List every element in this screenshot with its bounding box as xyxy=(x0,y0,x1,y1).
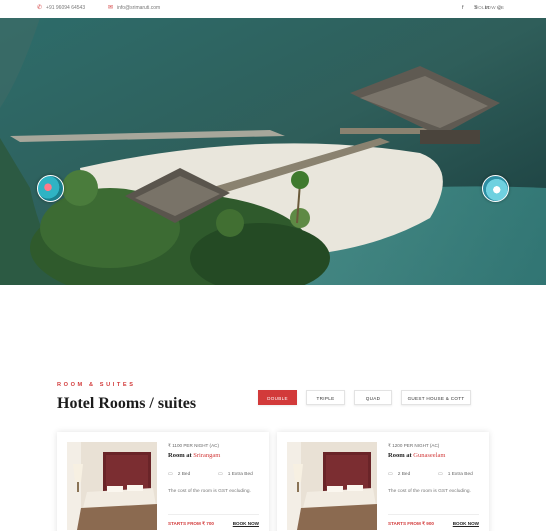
room-photo[interactable] xyxy=(287,442,377,530)
bed-count: 2 Bed xyxy=(397,471,411,477)
room-location[interactable]: Gunaseelam xyxy=(413,452,445,459)
extra-bed-count: 1 Extra Bed xyxy=(447,471,473,477)
bed-feature: ▭ 2 Bed xyxy=(168,471,190,477)
bed-icon: ▭ xyxy=(388,471,393,477)
room-price: ₹ 1200 PER NIGHT (AC) xyxy=(388,443,440,448)
book-now-link[interactable]: BOOK NOW xyxy=(233,521,259,526)
section-eyebrow: ROOM & SUITES xyxy=(57,382,136,388)
tab-quad[interactable]: QUAD xyxy=(354,390,392,405)
book-now-link[interactable]: BOOK NOW xyxy=(453,521,479,526)
bed-icon: ▭ xyxy=(168,471,173,477)
extra-bed-icon: ▭ xyxy=(438,471,443,477)
room-card-footer: STARTS FROM ₹ 900 BOOK NOW xyxy=(388,514,479,526)
instagram-icon[interactable]: ◎ xyxy=(497,5,502,11)
hero-image xyxy=(0,18,546,285)
tab-guest-house[interactable]: GUEST HOUSE & COTT xyxy=(401,390,471,405)
extra-bed-icon: ▭ xyxy=(218,471,223,477)
phone-contact[interactable]: ✆ +91 96094 64543 xyxy=(37,5,85,11)
tab-double[interactable]: DOUBLE xyxy=(258,390,297,405)
bed-feature: ▭ 2 Bed xyxy=(388,471,410,477)
linkedin-icon[interactable]: in xyxy=(485,5,489,11)
email-address[interactable]: info@srimaruti.com xyxy=(117,5,160,11)
starts-from-price: STARTS FROM ₹ 700 xyxy=(168,521,214,526)
room-card-footer: STARTS FROM ₹ 700 BOOK NOW xyxy=(168,514,259,526)
slide-prev-thumbnail[interactable] xyxy=(37,175,64,202)
facebook-icon[interactable]: f xyxy=(462,5,464,11)
email-contact[interactable]: ✉ info@srimaruti.com xyxy=(108,5,160,11)
skype-icon[interactable]: S xyxy=(474,5,478,11)
room-location[interactable]: Srirangam xyxy=(193,452,220,459)
bed-count: 2 Bed xyxy=(177,471,191,477)
hero-slider xyxy=(0,18,546,285)
top-bar: ✆ +91 96094 64543 ✉ info@srimaruti.com F… xyxy=(0,0,546,18)
room-photo[interactable] xyxy=(67,442,157,530)
tab-triple[interactable]: TRIPLE xyxy=(306,390,345,405)
extra-bed-feature: ▭ 1 Extra Bed xyxy=(218,471,253,477)
phone-number[interactable]: +91 96094 64543 xyxy=(46,5,85,11)
room-price: ₹ 1100 PER NIGHT (AC) xyxy=(168,443,219,448)
room-name-prefix: Room at xyxy=(168,452,192,459)
section-title: Hotel Rooms / suites xyxy=(57,395,197,412)
slide-next-thumbnail[interactable] xyxy=(482,175,509,202)
extra-bed-count: 1 Extra Bed xyxy=(227,471,253,477)
extra-bed-feature: ▭ 1 Extra Bed xyxy=(438,471,473,477)
room-card: ₹ 1200 PER NIGHT (AC) Room at Gunaseelam… xyxy=(277,432,489,531)
phone-icon: ✆ xyxy=(37,5,43,11)
room-card: ₹ 1100 PER NIGHT (AC) Room at Srirangam … xyxy=(57,432,269,531)
room-name-prefix: Room at xyxy=(388,452,412,459)
starts-from-price: STARTS FROM ₹ 900 xyxy=(388,521,434,526)
room-description: The cost of the room is GST excluding. xyxy=(168,489,251,494)
room-name[interactable]: Room at Gunaseelam xyxy=(388,452,445,459)
room-name[interactable]: Room at Srirangam xyxy=(168,452,220,459)
room-description: The cost of the room is GST excluding. xyxy=(388,489,471,494)
mail-icon: ✉ xyxy=(108,5,114,11)
